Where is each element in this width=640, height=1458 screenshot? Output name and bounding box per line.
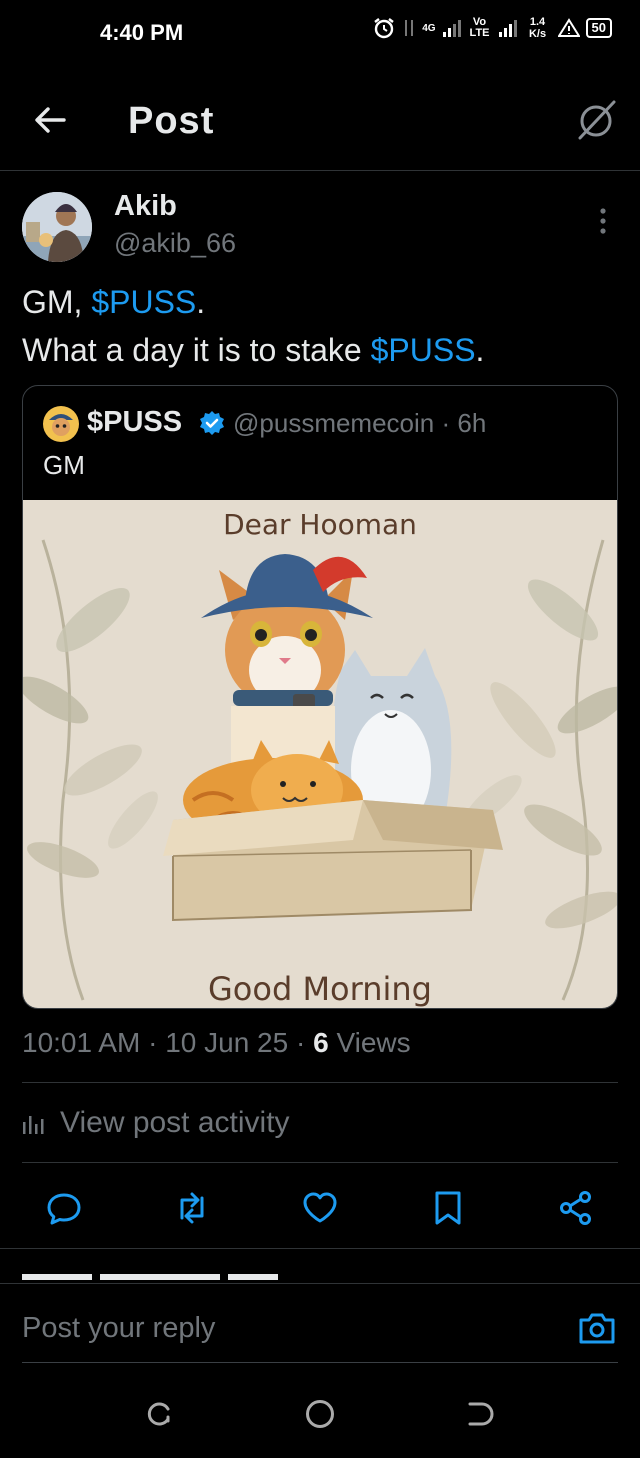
home-button[interactable] <box>300 1394 340 1434</box>
page-title: Post <box>128 100 215 142</box>
quoted-avatar[interactable] <box>43 406 79 442</box>
meta-sep-2: · <box>295 1027 306 1058</box>
quoted-handle[interactable]: @pussmemecoin <box>233 408 434 438</box>
recents-icon <box>147 1402 170 1426</box>
image-bottom-text: Good Morning <box>208 970 432 1008</box>
post-text-2-suffix: . <box>475 332 485 368</box>
cats-in-box-illustration: Dear Hooman Good Morning <box>23 500 617 1008</box>
view-post-activity[interactable]: View post activity <box>22 1106 290 1140</box>
status-icons: 4G Vo LTE 1.4 K/s 50 <box>372 16 612 40</box>
network-4g-label: 4G <box>422 22 436 34</box>
reply-bar-top-divider <box>0 1283 640 1284</box>
home-icon <box>306 1400 334 1428</box>
more-options-button[interactable] <box>592 204 614 238</box>
data-arrows-icon <box>405 20 414 36</box>
camera-icon <box>579 1313 615 1344</box>
views-count: 6 <box>313 1027 329 1058</box>
grok-icon <box>578 100 616 140</box>
post-text-1-prefix: GM, <box>22 284 92 320</box>
warning-icon <box>557 18 580 37</box>
meta-divider <box>22 1082 618 1083</box>
recents-button[interactable] <box>140 1394 180 1434</box>
status-time: 4:40 PM <box>100 20 184 45</box>
battery-level: 50 <box>585 18 612 38</box>
reply-icon <box>47 1193 81 1225</box>
avatar-photo <box>22 192 92 262</box>
quoted-text: GM <box>43 450 85 480</box>
activity-label: View post activity <box>60 1106 290 1139</box>
like-button[interactable] <box>300 1188 340 1228</box>
cashtag-link[interactable]: $PUSS <box>91 284 196 320</box>
quoted-age: 6h <box>457 408 487 438</box>
back-nav-button[interactable] <box>460 1394 500 1434</box>
author-avatar[interactable] <box>22 192 92 262</box>
arrow-left-icon <box>35 107 66 133</box>
verified-badge-icon <box>199 410 225 436</box>
puss-logo-icon <box>43 406 79 442</box>
image-top-text: Dear Hooman <box>223 508 417 541</box>
back-nav-icon <box>468 1402 494 1426</box>
activity-divider <box>22 1162 618 1163</box>
reply-button[interactable] <box>44 1188 84 1228</box>
section-heading-peek <box>22 1272 292 1282</box>
post-text-line-2: What a day it is to stake $PUSS. <box>22 332 484 369</box>
more-vertical-icon <box>600 208 606 234</box>
post-text-2-prefix: What a day it is to stake <box>22 332 371 368</box>
grok-button[interactable] <box>574 98 618 142</box>
cashtag-link-2[interactable]: $PUSS <box>371 332 476 368</box>
repost-button[interactable] <box>172 1188 212 1228</box>
post-text-line-1: GM, $PUSS. <box>22 284 205 321</box>
share-button[interactable] <box>556 1188 596 1228</box>
network-speed: 1.4 K/s <box>528 16 547 40</box>
share-icon <box>560 1191 591 1225</box>
camera-button[interactable] <box>576 1308 618 1348</box>
author-name[interactable]: Akib <box>114 190 177 223</box>
quoted-post-card[interactable]: $PUSS @pussmemecoin · 6h GM Dear Hooman … <box>22 385 618 1009</box>
bookmark-button[interactable] <box>428 1188 468 1228</box>
quoted-sep: · <box>441 408 451 438</box>
analytics-icon <box>23 1116 44 1134</box>
bookmark-icon <box>435 1191 461 1225</box>
signal-icon <box>442 20 461 37</box>
reply-bar-bottom-divider <box>22 1362 618 1363</box>
volte-label: Vo LTE <box>469 16 490 39</box>
quoted-author-name[interactable]: $PUSS <box>87 406 182 439</box>
views-label: Views <box>336 1027 411 1058</box>
signal-icon-2 <box>498 20 517 37</box>
back-button[interactable] <box>30 100 70 140</box>
like-icon <box>303 1192 337 1223</box>
reply-input[interactable]: Post your reply <box>22 1312 215 1345</box>
repost-icon <box>180 1192 204 1224</box>
author-handle[interactable]: @akib_66 <box>114 228 236 259</box>
quoted-image[interactable]: Dear Hooman Good Morning <box>23 500 617 1008</box>
post-text-1-suffix: . <box>196 284 206 320</box>
meta-sep-1: · <box>148 1027 158 1058</box>
alarm-icon <box>374 18 394 39</box>
post-time: 10:01 AM <box>22 1027 141 1058</box>
header-divider <box>0 170 640 171</box>
post-date: 10 Jun 25 <box>165 1027 289 1058</box>
quoted-meta: @pussmemecoin · 6h <box>233 408 486 439</box>
post-meta: 10:01 AM · 10 Jun 25 · 6 Views <box>22 1027 411 1059</box>
actions-divider <box>0 1248 640 1249</box>
